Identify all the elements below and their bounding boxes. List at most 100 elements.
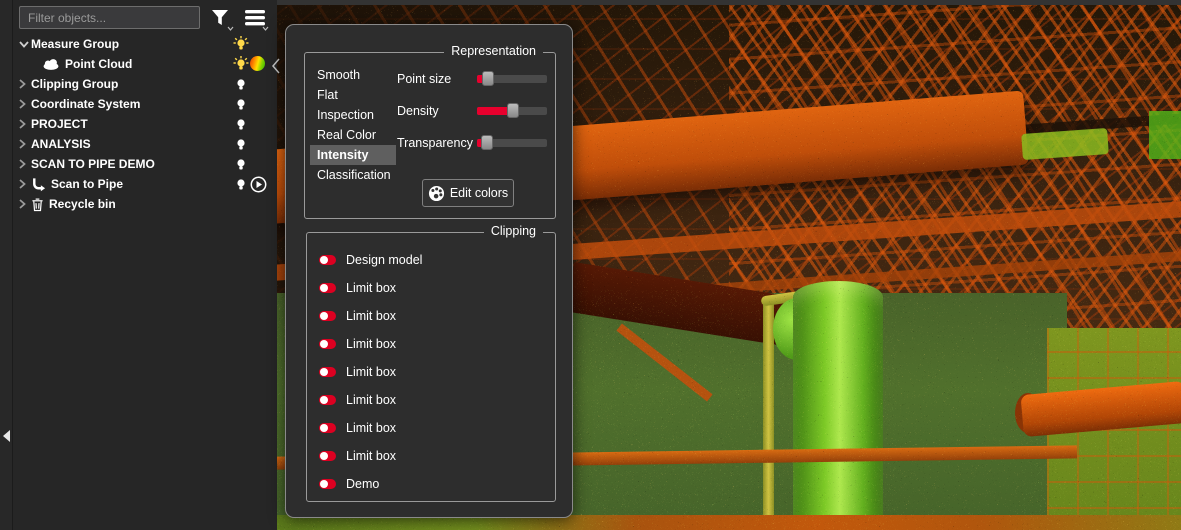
visibility-bulb-icon[interactable]: [233, 76, 249, 95]
tree-item-label: Point Cloud: [65, 57, 132, 71]
tree-item-scan-to-pipe-demo[interactable]: SCAN TO PIPE DEMO: [14, 154, 277, 174]
point-cloud-thin-pipe: [763, 301, 774, 530]
tree-item-scan-to-pipe[interactable]: Scan to Pipe: [14, 174, 277, 194]
point-size-slider[interactable]: [477, 75, 547, 83]
density-slider[interactable]: [477, 107, 547, 115]
slider-knob[interactable]: [481, 135, 493, 150]
chevron-down-icon: [262, 26, 269, 31]
slider-knob[interactable]: [507, 103, 519, 118]
representation-title: Representation: [444, 44, 543, 58]
visibility-bulb-icon[interactable]: [233, 96, 249, 115]
clip-label: Limit box: [346, 365, 396, 379]
edit-colors-button[interactable]: Edit colors: [422, 179, 514, 207]
filter-funnel-button[interactable]: [205, 4, 235, 31]
clip-row-limit-box: Limit box: [319, 390, 396, 410]
clip-label: Limit box: [346, 449, 396, 463]
transparency-slider-row: Transparency: [397, 133, 547, 153]
chevron-collapsed-icon[interactable]: [19, 179, 31, 189]
mode-smooth[interactable]: Smooth: [310, 65, 402, 85]
limit-box-toggle[interactable]: [319, 451, 336, 461]
clipping-title: Clipping: [484, 224, 543, 238]
limit-box-toggle[interactable]: [319, 311, 336, 321]
cloud-icon: [42, 58, 60, 70]
limit-box-toggle[interactable]: [319, 339, 336, 349]
visibility-bulb-icon[interactable]: [233, 156, 249, 175]
chevron-down-icon: [227, 26, 234, 31]
visibility-bulb-icon[interactable]: [233, 116, 249, 135]
density-slider-row: Density: [397, 101, 547, 121]
clip-label: Demo: [346, 477, 379, 491]
representation-groupbox: Representation Smooth Flat Inspection Re…: [304, 52, 556, 219]
collapse-left-arrow-icon[interactable]: [3, 430, 10, 442]
tree-item-recycle-bin[interactable]: Recycle bin: [14, 194, 277, 214]
limit-box-toggle[interactable]: [319, 367, 336, 377]
tree-item-label: Measure Group: [31, 37, 119, 51]
clip-row-limit-box: Limit box: [319, 446, 396, 466]
chevron-collapsed-icon[interactable]: [19, 79, 31, 89]
tree-item-label: Scan to Pipe: [51, 177, 123, 191]
chevron-expanded-icon[interactable]: [19, 41, 31, 48]
object-tree: Measure Group Point Cloud: [14, 34, 277, 214]
clip-row-limit-box: Limit box: [319, 306, 396, 326]
tree-item-label: Coordinate System: [31, 97, 140, 111]
chevron-collapsed-icon[interactable]: [19, 159, 31, 169]
point-size-label: Point size: [397, 72, 451, 86]
limit-box-toggle[interactable]: [319, 423, 336, 433]
chevron-collapsed-icon[interactable]: [19, 99, 31, 109]
visibility-bulb-icon[interactable]: [233, 136, 249, 155]
tree-item-coordinate-system[interactable]: Coordinate System: [14, 94, 277, 114]
representation-mode-list: Smooth Flat Inspection Real Color Intens…: [310, 65, 402, 185]
chevron-collapsed-icon[interactable]: [19, 139, 31, 149]
visibility-bulb-on-icon[interactable]: [233, 56, 249, 75]
visibility-bulb-on-icon[interactable]: [233, 36, 249, 55]
point-cloud-green-tank: [793, 281, 883, 530]
limit-box-toggle[interactable]: [319, 283, 336, 293]
mode-inspection[interactable]: Inspection: [310, 105, 402, 125]
tree-item-analysis[interactable]: ANALYSIS: [14, 134, 277, 154]
slider-knob[interactable]: [482, 71, 494, 86]
tree-item-label: Recycle bin: [49, 197, 116, 211]
tree-item-label: Clipping Group: [31, 77, 118, 91]
clip-row-limit-box: Limit box: [319, 334, 396, 354]
trash-icon: [31, 197, 44, 212]
clip-label: Limit box: [346, 393, 396, 407]
palette-icon: [428, 185, 445, 202]
chevron-collapsed-icon[interactable]: [19, 119, 31, 129]
point-cloud-green-patch: [1149, 111, 1181, 159]
clip-label: Limit box: [346, 337, 396, 351]
mode-flat[interactable]: Flat: [310, 85, 402, 105]
demo-toggle[interactable]: [319, 479, 336, 489]
chevron-collapsed-icon[interactable]: [19, 199, 31, 209]
tree-item-label: SCAN TO PIPE DEMO: [31, 157, 155, 171]
tree-menu-button[interactable]: [240, 4, 270, 31]
object-tree-sidebar: Measure Group Point Cloud: [14, 0, 277, 530]
limit-box-toggle[interactable]: [319, 395, 336, 405]
edit-colors-label: Edit colors: [450, 186, 508, 200]
tree-item-measure-group[interactable]: Measure Group: [14, 34, 277, 54]
color-mode-swatch-icon[interactable]: [250, 56, 265, 71]
collapse-sidebar-chevron-icon[interactable]: [272, 58, 280, 79]
viewport-top-strip: [277, 0, 1181, 5]
hamburger-icon: [244, 8, 266, 28]
mode-real-color[interactable]: Real Color: [310, 125, 402, 145]
clip-row-limit-box: Limit box: [319, 418, 396, 438]
mode-classification[interactable]: Classification: [310, 165, 402, 185]
design-model-toggle[interactable]: [319, 255, 336, 265]
left-collapse-rail: [0, 0, 13, 530]
visibility-bulb-icon[interactable]: [233, 176, 249, 195]
clip-label: Limit box: [346, 421, 396, 435]
clip-label: Limit box: [346, 281, 396, 295]
filter-objects-input[interactable]: [19, 6, 200, 29]
display-settings-panel: Representation Smooth Flat Inspection Re…: [285, 24, 573, 518]
clip-row-limit-box: Limit box: [319, 278, 396, 298]
play-circle-icon[interactable]: [250, 176, 267, 196]
clip-label: Design model: [346, 253, 422, 267]
slider-fill: [477, 107, 511, 115]
tree-item-label: ANALYSIS: [31, 137, 91, 151]
tree-item-project[interactable]: PROJECT: [14, 114, 277, 134]
transparency-slider[interactable]: [477, 139, 547, 147]
tree-item-point-cloud[interactable]: Point Cloud: [14, 54, 277, 74]
tree-item-clipping-group[interactable]: Clipping Group: [14, 74, 277, 94]
clip-row-limit-box: Limit box: [319, 362, 396, 382]
mode-intensity[interactable]: Intensity: [310, 145, 396, 165]
